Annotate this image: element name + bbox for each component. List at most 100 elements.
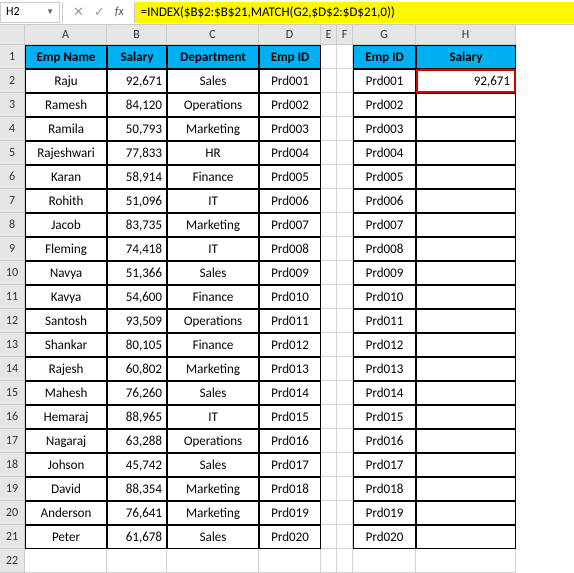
cell-A14[interactable]: Rajesh (25, 357, 107, 381)
cell-C12[interactable]: Operations (167, 309, 259, 333)
col-header-E[interactable]: E (321, 25, 337, 45)
cell-C1[interactable]: Department (167, 45, 259, 69)
cell-H16[interactable] (416, 405, 516, 429)
cell-H15[interactable] (416, 381, 516, 405)
cell-E17[interactable] (321, 429, 337, 453)
cell-D8[interactable]: Prd007 (259, 213, 321, 237)
cell-E4[interactable] (321, 117, 337, 141)
cancel-icon[interactable]: ✕ (73, 5, 84, 20)
cell-G10[interactable]: Prd009 (353, 261, 416, 285)
cell-H22[interactable] (416, 549, 516, 573)
row-header-7[interactable]: 7 (0, 189, 25, 213)
cell-D4[interactable]: Prd003 (259, 117, 321, 141)
row-header-2[interactable]: 2 (0, 69, 25, 93)
col-header-C[interactable]: C (167, 25, 259, 45)
cell-E5[interactable] (321, 141, 337, 165)
cell-F4[interactable] (337, 117, 353, 141)
cell-D12[interactable]: Prd011 (259, 309, 321, 333)
cell-B5[interactable]: 77,833 (107, 141, 167, 165)
cell-D3[interactable]: Prd002 (259, 93, 321, 117)
cell-C9[interactable]: IT (167, 237, 259, 261)
row-header-16[interactable]: 16 (0, 405, 25, 429)
row-header-5[interactable]: 5 (0, 141, 25, 165)
cell-G22[interactable] (353, 549, 416, 573)
cell-D15[interactable]: Prd014 (259, 381, 321, 405)
cell-C16[interactable]: IT (167, 405, 259, 429)
cell-G12[interactable]: Prd011 (353, 309, 416, 333)
cell-B18[interactable]: 45,742 (107, 453, 167, 477)
cell-B13[interactable]: 80,105 (107, 333, 167, 357)
row-header-4[interactable]: 4 (0, 117, 25, 141)
cell-C11[interactable]: Finance (167, 285, 259, 309)
cell-A20[interactable]: Anderson (25, 501, 107, 525)
cell-H18[interactable] (416, 453, 516, 477)
cell-E19[interactable] (321, 477, 337, 501)
cell-E6[interactable] (321, 165, 337, 189)
cell-F6[interactable] (337, 165, 353, 189)
cell-B10[interactable]: 51,366 (107, 261, 167, 285)
cell-D19[interactable]: Prd018 (259, 477, 321, 501)
formula-input[interactable]: =INDEX($B$2:$B$21,MATCH(G2,$D$2:$D$21,0)… (135, 2, 574, 23)
cell-G3[interactable]: Prd002 (353, 93, 416, 117)
cell-A22[interactable] (25, 549, 107, 573)
cell-G15[interactable]: Prd014 (353, 381, 416, 405)
cell-F9[interactable] (337, 237, 353, 261)
cell-A11[interactable]: Kavya (25, 285, 107, 309)
col-header-F[interactable]: F (337, 25, 353, 45)
row-header-20[interactable]: 20 (0, 501, 25, 525)
cell-A19[interactable]: David (25, 477, 107, 501)
cell-E3[interactable] (321, 93, 337, 117)
cell-G4[interactable]: Prd003 (353, 117, 416, 141)
cell-F14[interactable] (337, 357, 353, 381)
cell-B12[interactable]: 93,509 (107, 309, 167, 333)
col-header-A[interactable]: A (25, 25, 107, 45)
row-header-8[interactable]: 8 (0, 213, 25, 237)
row-header-12[interactable]: 12 (0, 309, 25, 333)
cell-H8[interactable] (416, 213, 516, 237)
cell-G1[interactable]: Emp ID (353, 45, 416, 69)
cell-C4[interactable]: Marketing (167, 117, 259, 141)
cell-C21[interactable]: Sales (167, 525, 259, 549)
cell-G16[interactable]: Prd015 (353, 405, 416, 429)
cell-C5[interactable]: HR (167, 141, 259, 165)
cell-G19[interactable]: Prd018 (353, 477, 416, 501)
cell-A16[interactable]: Hemaraj (25, 405, 107, 429)
cell-C20[interactable]: Marketing (167, 501, 259, 525)
row-header-11[interactable]: 11 (0, 285, 25, 309)
cell-F20[interactable] (337, 501, 353, 525)
cell-B21[interactable]: 61,678 (107, 525, 167, 549)
cell-B17[interactable]: 63,288 (107, 429, 167, 453)
cell-E12[interactable] (321, 309, 337, 333)
cell-C22[interactable] (167, 549, 259, 573)
cell-B3[interactable]: 84,120 (107, 93, 167, 117)
cell-A1[interactable]: Emp Name (25, 45, 107, 69)
cell-C7[interactable]: IT (167, 189, 259, 213)
col-header-G[interactable]: G (353, 25, 416, 45)
cell-D17[interactable]: Prd016 (259, 429, 321, 453)
cell-C6[interactable]: Finance (167, 165, 259, 189)
cell-D1[interactable]: Emp ID (259, 45, 321, 69)
cell-B4[interactable]: 50,793 (107, 117, 167, 141)
cell-B7[interactable]: 51,096 (107, 189, 167, 213)
cell-F8[interactable] (337, 213, 353, 237)
cell-B1[interactable]: Salary (107, 45, 167, 69)
cell-H3[interactable] (416, 93, 516, 117)
row-header-19[interactable]: 19 (0, 477, 25, 501)
cell-A8[interactable]: Jacob (25, 213, 107, 237)
cell-E14[interactable] (321, 357, 337, 381)
cell-H10[interactable] (416, 261, 516, 285)
cell-A2[interactable]: Raju (25, 69, 107, 93)
cell-H11[interactable] (416, 285, 516, 309)
cell-E10[interactable] (321, 261, 337, 285)
cell-F18[interactable] (337, 453, 353, 477)
cell-D20[interactable]: Prd019 (259, 501, 321, 525)
cell-A15[interactable]: Mahesh (25, 381, 107, 405)
cell-D21[interactable]: Prd020 (259, 525, 321, 549)
cell-D13[interactable]: Prd012 (259, 333, 321, 357)
cell-C10[interactable]: Sales (167, 261, 259, 285)
row-header-9[interactable]: 9 (0, 237, 25, 261)
row-header-21[interactable]: 21 (0, 525, 25, 549)
cell-H17[interactable] (416, 429, 516, 453)
cell-E9[interactable] (321, 237, 337, 261)
cell-E20[interactable] (321, 501, 337, 525)
